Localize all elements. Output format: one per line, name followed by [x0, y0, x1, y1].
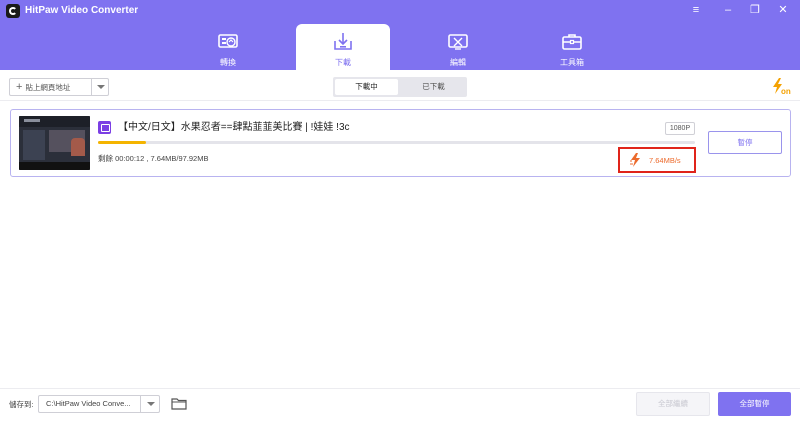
- save-path-dropdown[interactable]: [140, 396, 159, 412]
- folder-icon[interactable]: [171, 397, 187, 410]
- video-thumbnail: [19, 116, 90, 170]
- restore-icon[interactable]: ❐: [747, 3, 763, 17]
- pause-all-button[interactable]: 全部暫停: [718, 392, 791, 416]
- download-status-switch: 下載中 已下載: [333, 77, 467, 97]
- divider: [0, 388, 800, 389]
- progress-bar: [98, 141, 695, 144]
- edit-icon: [448, 34, 468, 50]
- menu-icon[interactable]: ≡: [688, 3, 704, 17]
- tab-toolbox[interactable]: 工具箱: [525, 24, 619, 70]
- plus-icon: +: [16, 81, 23, 93]
- turbo-download-icon[interactable]: on: [772, 78, 792, 96]
- save-path-select[interactable]: C:\HitPaw Video Conve...: [38, 395, 160, 413]
- toolbox-icon: [562, 34, 582, 50]
- paste-url-main[interactable]: + 貼上網頁地址: [10, 79, 91, 95]
- app-logo: [6, 4, 20, 18]
- chevron-down-icon: [97, 85, 105, 89]
- paste-url-label: 貼上網頁地址: [25, 82, 71, 92]
- progress-fill: [98, 141, 146, 144]
- remaining-status: 剩餘 00:00:12 , 7.64MB/97.92MB: [98, 154, 209, 163]
- title-bar: HitPaw Video Converter ≡ – ❐ ✕ 轉換 下載 編輯 …: [0, 0, 800, 70]
- tab-downloaded[interactable]: 已下載: [402, 79, 465, 95]
- pause-button[interactable]: 暫停: [708, 131, 782, 154]
- app-title: HitPaw Video Converter: [25, 5, 139, 16]
- paste-url-dropdown[interactable]: [91, 79, 108, 95]
- close-icon[interactable]: ✕: [775, 3, 791, 17]
- video-title: 【中文/日文】水果忍者==肆點韮韮美比賽 | !娃娃 !3c: [118, 122, 350, 133]
- tab-convert[interactable]: 轉換: [181, 24, 275, 70]
- chevron-down-icon: [147, 402, 155, 406]
- download-item: 【中文/日文】水果忍者==肆點韮韮美比賽 | !娃娃 !3c 1080P 剩餘 …: [10, 109, 791, 177]
- tab-label: 轉換: [220, 58, 236, 67]
- tab-label: 工具箱: [560, 58, 584, 67]
- twitch-icon: [98, 121, 111, 134]
- quality-badge: 1080P: [665, 122, 695, 135]
- tab-edit[interactable]: 編輯: [411, 24, 505, 70]
- turbo-on-label: on: [781, 87, 791, 96]
- paste-url-button[interactable]: + 貼上網頁地址: [9, 78, 109, 96]
- save-path-value: C:\HitPaw Video Conve...: [46, 399, 131, 408]
- tab-label: 下載: [335, 58, 351, 67]
- download-icon: [334, 33, 352, 50]
- resume-all-button[interactable]: 全部繼續: [636, 392, 710, 416]
- convert-icon: [218, 34, 238, 48]
- download-speed: 7.64MB/s: [649, 156, 681, 165]
- minimize-icon[interactable]: –: [720, 3, 736, 17]
- divider: [0, 100, 800, 101]
- speed-indicator: 7.64MB/s: [618, 147, 696, 173]
- save-to-label: 儲存到:: [9, 400, 34, 409]
- tab-download[interactable]: 下載: [296, 24, 390, 70]
- tab-label: 編輯: [450, 58, 466, 67]
- tab-downloading[interactable]: 下載中: [335, 79, 398, 95]
- lightning-icon: [630, 153, 640, 167]
